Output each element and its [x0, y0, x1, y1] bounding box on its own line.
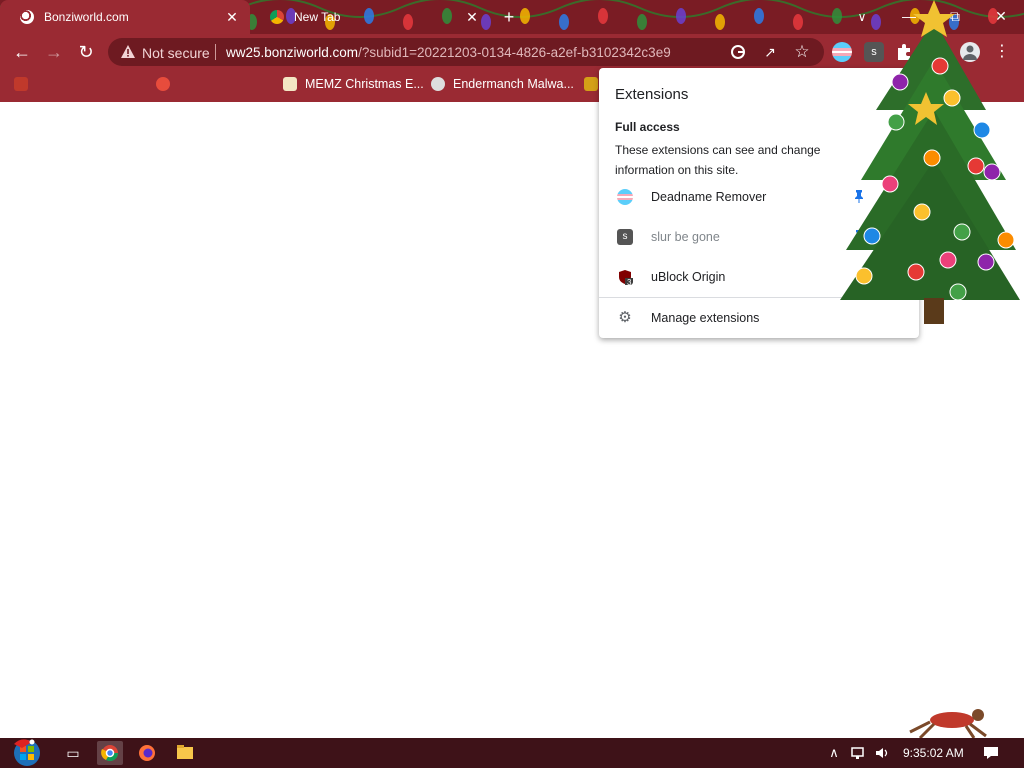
gear-icon: ⚙ — [618, 309, 632, 326]
light-bulb-decoration — [754, 8, 764, 24]
manage-extensions-label: Manage extensions — [651, 311, 760, 325]
bookmark-label: Endermanch Malwa... — [453, 77, 574, 91]
popup-title: Extensions — [615, 86, 689, 103]
ornament-decoration — [949, 283, 967, 301]
ornament-decoration — [855, 267, 873, 285]
taskbar-chrome-button[interactable] — [97, 741, 123, 765]
extension-name: uBlock Origin — [651, 270, 726, 284]
warning-icon[interactable] — [120, 44, 136, 60]
google-lens-icon[interactable] — [728, 42, 748, 62]
bookmark-item[interactable] — [156, 70, 178, 98]
ornament-decoration — [939, 251, 957, 269]
url-path: /?subid1=20221203-0134-4826-a2ef-b310234… — [358, 45, 671, 60]
ornament-decoration — [881, 175, 899, 193]
folder-icon — [584, 77, 598, 91]
ornament-decoration — [923, 149, 941, 167]
taskbar: ▭ ∧ 9:35:02 AM — [0, 738, 1024, 768]
reload-button[interactable]: ↻ — [74, 40, 98, 64]
chrome-icon — [270, 10, 284, 24]
share-icon[interactable]: ↗ — [760, 42, 780, 62]
bookmark-item[interactable] — [14, 70, 36, 98]
url-host: ww25.bonziworld.com — [226, 45, 359, 60]
tab-bonziworld[interactable]: Bonziworld.com ✕ — [0, 0, 250, 34]
light-bulb-decoration — [559, 14, 569, 30]
ornament-decoration — [891, 73, 909, 91]
bookmark-star-icon[interactable]: ☆ — [792, 42, 812, 62]
task-view-icon[interactable]: ▭ — [60, 741, 86, 765]
extension-name: slur be gone — [651, 230, 720, 244]
new-tab-button[interactable]: + — [498, 7, 520, 27]
slur-be-gone-icon: s — [617, 229, 633, 245]
show-hidden-icons-button[interactable]: ∧ — [826, 745, 842, 761]
forward-button[interactable]: → — [42, 40, 66, 64]
close-tab-icon[interactable]: ✕ — [464, 9, 480, 25]
bookmark-label: MEMZ Christmas E... — [305, 77, 424, 91]
ornament-decoration — [967, 157, 985, 175]
ornament-decoration — [943, 89, 961, 107]
ornament-decoration — [983, 163, 1001, 181]
deadname-remover-icon — [617, 189, 633, 205]
ornament-decoration — [913, 203, 931, 221]
taskbar-file-explorer-button[interactable] — [172, 741, 198, 765]
ornament-decoration — [931, 57, 949, 75]
bookmark-icon — [283, 77, 297, 91]
address-bar[interactable]: Not secure ww25.bonziworld.com/?subid1=2… — [108, 38, 824, 66]
taskbar-firefox-button[interactable] — [134, 741, 160, 765]
bookmark-icon — [431, 77, 445, 91]
url-text[interactable]: ww25.bonziworld.com/?subid1=20221203-013… — [226, 45, 671, 60]
start-button[interactable] — [8, 738, 46, 768]
volume-icon[interactable] — [874, 745, 890, 761]
ornament-decoration — [977, 253, 995, 271]
tab-title: Bonziworld.com — [44, 10, 129, 24]
section-title: Full access — [615, 120, 680, 134]
light-bulb-decoration — [715, 14, 725, 30]
ornament-decoration — [953, 223, 971, 241]
ornament-decoration — [907, 263, 925, 281]
bookmark-icon — [156, 77, 170, 91]
taskbar-clock[interactable]: 9:35:02 AM — [903, 746, 964, 760]
back-button[interactable]: ← — [10, 40, 34, 64]
animated-figure-decoration — [909, 709, 987, 740]
ornament-decoration — [887, 113, 905, 131]
notifications-icon[interactable] — [983, 745, 999, 761]
ornament-decoration — [973, 121, 991, 139]
bookmark-icon — [14, 77, 28, 91]
security-label[interactable]: Not secure — [142, 45, 210, 61]
bookmark-item[interactable]: MEMZ Christmas E... — [283, 70, 424, 98]
globe-icon — [20, 10, 34, 24]
light-bulb-decoration — [676, 8, 686, 24]
close-tab-icon[interactable]: ✕ — [224, 9, 240, 25]
christmas-tree-decoration — [840, 0, 1020, 324]
light-bulb-decoration — [637, 14, 647, 30]
ornament-decoration — [997, 231, 1015, 249]
ornament-decoration — [863, 227, 881, 245]
extension-name: Deadname Remover — [651, 190, 767, 204]
light-bulb-decoration — [598, 8, 608, 24]
tab-new-tab[interactable]: New Tab ✕ — [250, 0, 490, 34]
tab-title: New Tab — [294, 10, 341, 24]
divider — [215, 44, 216, 60]
light-bulb-decoration — [520, 8, 530, 24]
ublock-badge-count: 3 — [627, 278, 632, 287]
bookmark-item[interactable]: Endermanch Malwa... — [431, 70, 574, 98]
light-bulb-decoration — [793, 14, 803, 30]
network-icon[interactable] — [850, 745, 866, 761]
